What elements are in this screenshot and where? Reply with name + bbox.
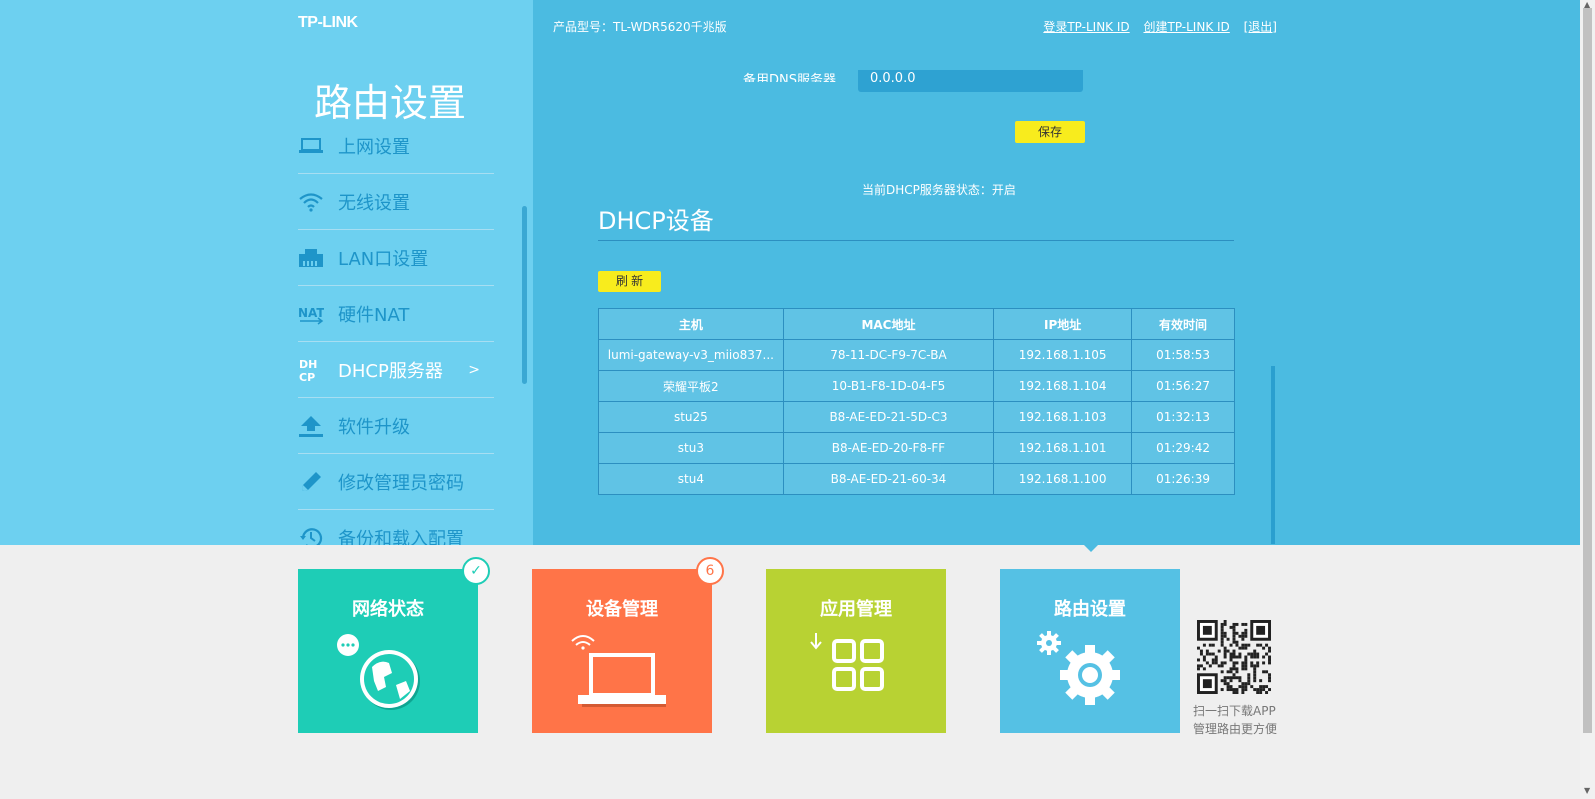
dhcp-devices-heading: DHCP设备 (598, 207, 714, 235)
globe-icon (337, 634, 420, 710)
tile-router-settings[interactable]: 路由设置 (1000, 569, 1180, 733)
tile-title: 网络状态 (352, 599, 424, 620)
ip-cell: 192.168.1.100 (993, 463, 1133, 495)
tile-network-status[interactable]: 网络状态 ✓ (298, 557, 490, 733)
mac-cell: B8-AE-ED-21-60-34 (782, 463, 995, 495)
sidebar-item-upgrade[interactable]: 软件升级 (298, 398, 494, 454)
heading-divider (598, 240, 1234, 241)
column-header-host: 主机 (598, 308, 784, 340)
upload-icon (298, 414, 324, 438)
lease-cell: 01:29:42 (1131, 432, 1235, 464)
chevron-right-icon: > (468, 361, 480, 378)
refresh-button[interactable]: 刷 新 (598, 271, 661, 292)
table-row: stu4 B8-AE-ED-21-60-34 192.168.1.100 01:… (598, 463, 1235, 495)
pencil-icon (298, 470, 324, 494)
lease-cell: 01:32:13 (1131, 401, 1235, 433)
save-button[interactable]: 保存 (1015, 121, 1085, 143)
sidebar-item-label: 修改管理员密码 (338, 472, 464, 494)
lease-cell: 01:58:53 (1131, 339, 1235, 371)
device-count-badge: 6 (696, 557, 724, 585)
laptop-icon (298, 134, 324, 158)
account-links: 登录TP-LINK ID 创建TP-LINK ID [退出] (1033, 18, 1277, 35)
table-header-row: 主机 MAC地址 IP地址 有效时间 (598, 308, 1235, 340)
sidebar-item-label: 硬件NAT (338, 304, 410, 326)
table-row: stu25 B8-AE-ED-21-5D-C3 192.168.1.103 01… (598, 401, 1235, 433)
sidebar-item-hardware-nat[interactable]: NAT 硬件NAT (298, 286, 494, 342)
svg-text:NAT: NAT (298, 306, 324, 320)
backup-dns-label: 备用DNS服务器 (743, 73, 836, 82)
product-model: 产品型号：TL-WDR5620千兆版 (553, 20, 727, 34)
tile-app-management[interactable]: 应用管理 (766, 569, 946, 733)
window-scrollbar[interactable]: ▲ ▼ (1580, 0, 1595, 799)
column-header-ip: IP地址 (993, 308, 1133, 340)
content-scrollbar[interactable] (1271, 366, 1275, 544)
host-cell: stu4 (598, 463, 784, 495)
check-badge-icon: ✓ (462, 557, 490, 585)
dhcp-device-table: 主机 MAC地址 IP地址 有效时间 lumi-gateway-v3_miio8… (598, 308, 1235, 495)
table-row: stu3 B8-AE-ED-20-F8-FF 192.168.1.101 01:… (598, 432, 1235, 464)
mac-cell: 10-B1-F8-1D-04-F5 (782, 370, 995, 402)
ip-cell: 192.168.1.103 (993, 401, 1133, 433)
table-row: lumi-gateway-v3_miio837... 78-11-DC-F9-7… (598, 339, 1235, 371)
active-tile-pointer (1082, 543, 1100, 552)
ip-cell: 192.168.1.105 (993, 339, 1133, 371)
mac-cell: B8-AE-ED-20-F8-FF (782, 432, 995, 464)
sidebar-item-dhcp[interactable]: DH CP DHCP服务器 > (298, 342, 494, 398)
mac-cell: 78-11-DC-F9-7C-BA (782, 339, 995, 371)
qr-code-icon (1197, 620, 1271, 694)
sidebar-item-lan[interactable]: LAN口设置 (298, 230, 494, 286)
lease-cell: 01:56:27 (1131, 370, 1235, 402)
gears-icon (1037, 631, 1120, 705)
logout-link[interactable]: [退出] (1244, 20, 1277, 34)
apps-grid-icon (810, 633, 884, 691)
host-cell: stu3 (598, 432, 784, 464)
lease-cell: 01:26:39 (1131, 463, 1235, 495)
sidebar-item-label: 无线设置 (338, 192, 410, 214)
column-header-lease: 有效时间 (1131, 308, 1235, 340)
sidebar-item-admin-password[interactable]: 修改管理员密码 (298, 454, 494, 510)
ip-cell: 192.168.1.101 (993, 432, 1133, 464)
backup-dns-input[interactable]: 0.0.0.0 (858, 70, 1083, 92)
wifi-icon (298, 190, 324, 214)
scroll-down-icon[interactable]: ▼ (1584, 786, 1590, 795)
tile-device-management[interactable]: 设备管理 6 (532, 557, 724, 733)
laptop-wifi-icon (571, 635, 666, 707)
mac-cell: B8-AE-ED-21-5D-C3 (782, 401, 995, 433)
qr-caption-line1: 扫一扫下载APP (1193, 704, 1276, 718)
sidebar-item-wireless[interactable]: 无线设置 (298, 174, 494, 230)
login-tplink-id-link[interactable]: 登录TP-LINK ID (1043, 20, 1129, 34)
scrollbar-thumb[interactable] (1583, 8, 1592, 733)
ip-cell: 192.168.1.104 (993, 370, 1133, 402)
sidebar-item-internet[interactable]: 上网设置 (298, 118, 494, 174)
sidebar-menu: 上网设置 无线设置 LAN口设置 NAT 硬件NAT DH CP DHCP服务器 … (298, 118, 494, 565)
lan-port-icon (298, 246, 324, 270)
svg-text:CP: CP (299, 371, 315, 383)
host-cell: stu25 (598, 401, 784, 433)
nat-icon: NAT (298, 302, 324, 326)
tile-title: 路由设置 (1054, 599, 1126, 620)
dhcp-icon: DH CP (298, 358, 324, 383)
tile-title: 设备管理 (586, 599, 658, 620)
qr-caption-line2: 管理路由更方便 (1193, 722, 1278, 736)
host-cell: lumi-gateway-v3_miio837... (598, 339, 784, 371)
sidebar-item-label: LAN口设置 (338, 248, 429, 270)
sidebar-item-label: 软件升级 (338, 416, 410, 438)
qr-caption: 扫一扫下载APP 管理路由更方便 (1193, 702, 1277, 738)
sidebar-scrollbar[interactable] (522, 206, 527, 384)
tile-title: 应用管理 (820, 599, 892, 620)
sidebar-item-label: 上网设置 (338, 136, 410, 158)
svg-text:DH: DH (299, 358, 317, 371)
tp-link-logo[interactable]: TP-LINK (298, 14, 358, 32)
dhcp-server-status: 当前DHCP服务器状态：开启 (862, 183, 1016, 197)
column-header-mac: MAC地址 (782, 308, 995, 340)
host-cell: 荣耀平板2 (598, 370, 784, 402)
table-row: 荣耀平板2 10-B1-F8-1D-04-F5 192.168.1.104 01… (598, 370, 1235, 402)
sidebar-item-label: DHCP服务器 (338, 360, 443, 382)
create-tplink-id-link[interactable]: 创建TP-LINK ID (1143, 20, 1229, 34)
